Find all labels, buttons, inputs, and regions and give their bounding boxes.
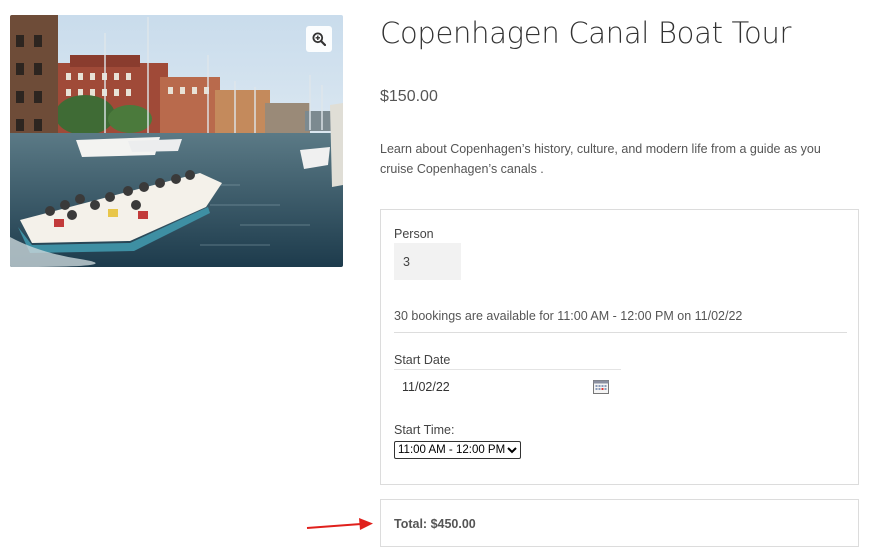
start-time-selected-value: 11:00 AM - 12:00 PM <box>398 444 506 456</box>
chevron-down-icon <box>507 446 517 453</box>
red-arrow-annotation <box>306 518 373 530</box>
zoom-button[interactable] <box>306 26 332 52</box>
calendar-icon[interactable] <box>593 379 609 394</box>
person-label: Person <box>394 227 434 241</box>
magnifier-plus-icon <box>312 32 326 46</box>
start-time-label: Start Time: <box>394 423 455 437</box>
product-title: Copenhagen Canal Boat Tour <box>380 16 792 50</box>
start-date-field[interactable]: 11/02/22 <box>402 380 450 394</box>
product-image[interactable] <box>10 15 343 267</box>
start-date-label: Start Date <box>394 353 451 367</box>
availability-message: 30 bookings are available for 11:00 AM -… <box>394 309 743 323</box>
canal-boat-photo <box>10 15 343 267</box>
date-field-border <box>394 369 621 370</box>
product-description: Learn about Copenhagen’s history, cultur… <box>380 142 821 176</box>
total-price: Total: $450.00 <box>394 517 476 531</box>
booking-form: Person 30 bookings are available for 11:… <box>380 209 859 485</box>
person-input[interactable] <box>394 243 461 280</box>
start-time-select[interactable]: 11:00 AM - 12:00 PM <box>394 441 521 459</box>
divider <box>394 332 847 333</box>
product-price: $150.00 <box>380 88 438 105</box>
total-box: Total: $450.00 <box>380 499 859 547</box>
